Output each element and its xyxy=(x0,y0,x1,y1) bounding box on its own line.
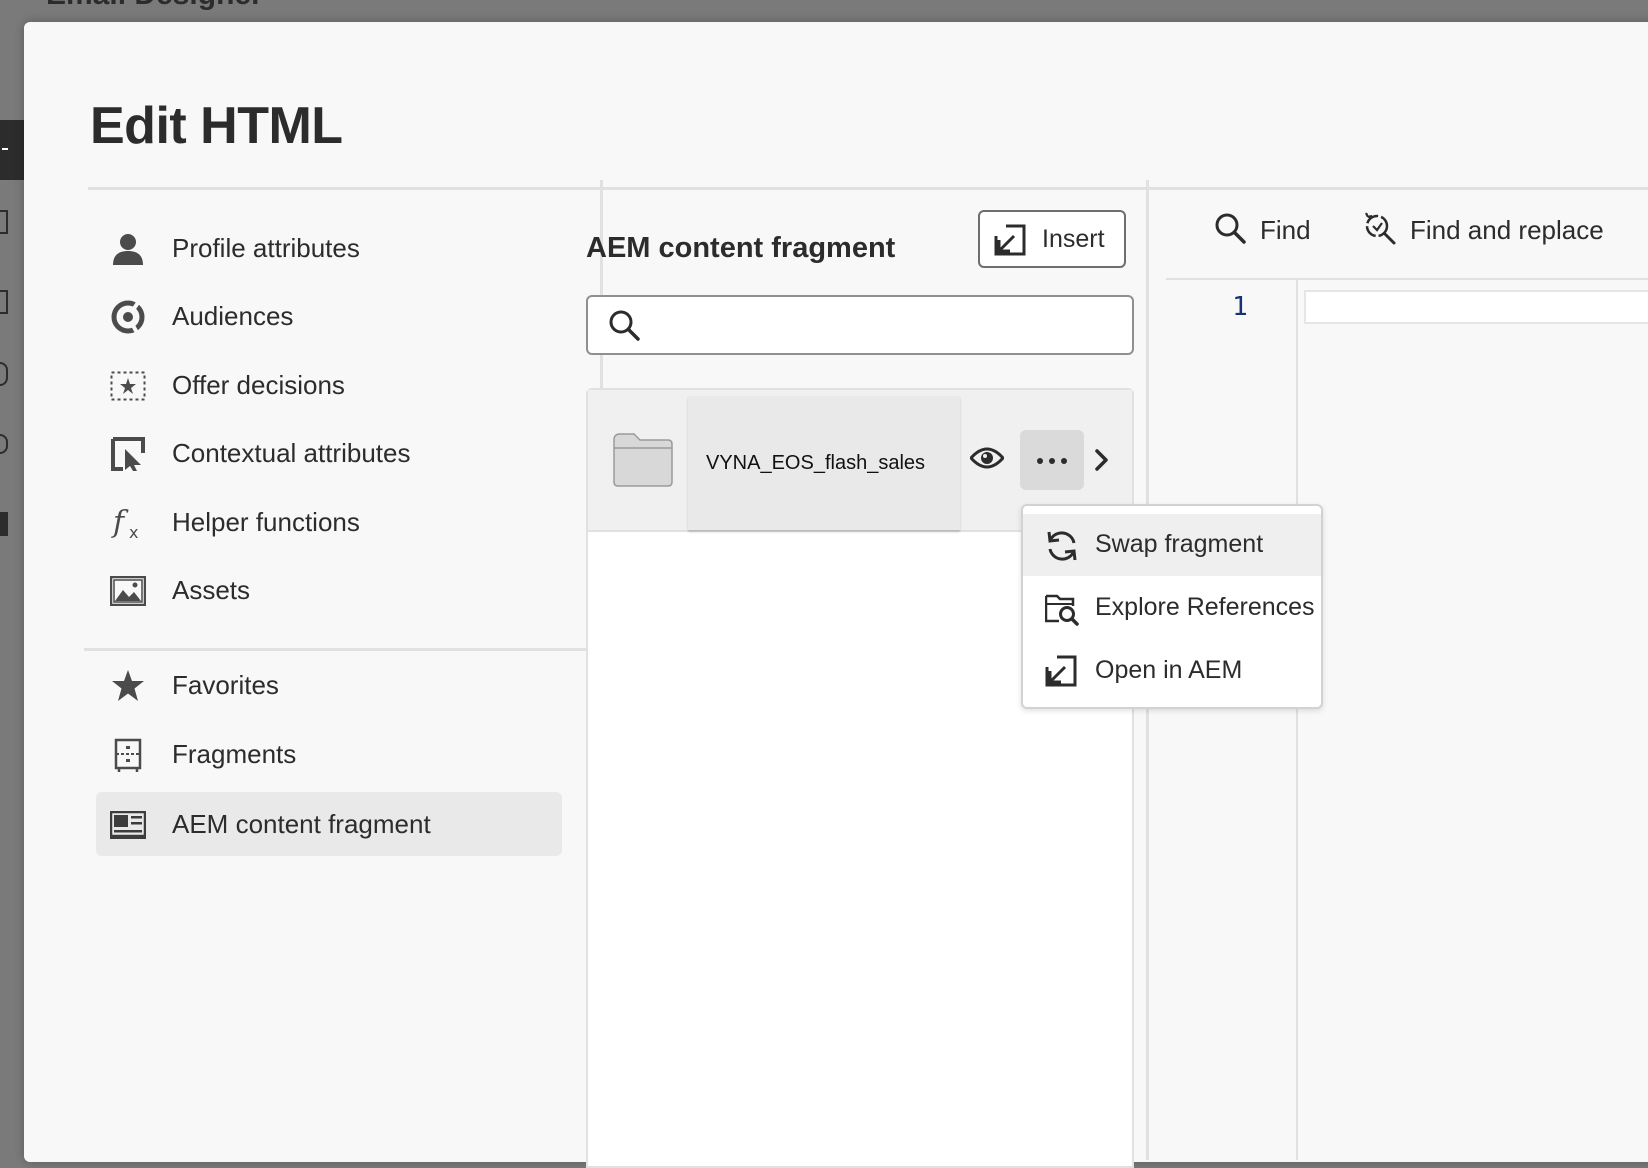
refresh-icon xyxy=(1045,529,1079,568)
folder-icon xyxy=(612,432,674,493)
background-rail-icon xyxy=(0,290,8,314)
fragment-name: VYNA_EOS_flash_sales xyxy=(706,452,926,474)
contextual-icon xyxy=(110,437,146,471)
sidebar-item-offer-decisions[interactable]: Offer decisions xyxy=(96,353,562,417)
sidebar-item-contextual-attributes[interactable]: Contextual attributes xyxy=(96,421,562,485)
preview-eye-icon[interactable] xyxy=(968,446,1006,475)
sidebar-item-label: AEM content fragment xyxy=(172,808,431,839)
background-rail-icon xyxy=(0,210,8,234)
insert-icon xyxy=(994,224,1026,261)
search-icon xyxy=(1214,212,1246,249)
image-icon xyxy=(110,574,146,608)
sidebar-item-aem-content-fragment[interactable]: AEM content fragment xyxy=(96,792,562,856)
find-button-label: Find xyxy=(1260,214,1311,245)
search-icon xyxy=(608,309,640,346)
line-number: 1 xyxy=(1232,292,1248,322)
offer-icon xyxy=(110,369,146,403)
sidebar-item-fragments[interactable]: Fragments xyxy=(96,722,562,786)
menu-item-label: Open in AEM xyxy=(1095,656,1243,684)
content-fragment-icon xyxy=(110,808,146,842)
search-input[interactable] xyxy=(654,305,1118,347)
audience-icon xyxy=(110,300,146,334)
find-and-replace-button[interactable]: Find and replace xyxy=(1362,210,1604,250)
sidebar-item-label: Favorites xyxy=(172,669,279,700)
user-icon xyxy=(110,232,146,266)
menu-item-swap-fragment[interactable]: Swap fragment xyxy=(1023,514,1321,576)
fragment-context-menu: Swap fragment Explore References Open in… xyxy=(1021,504,1323,709)
menu-item-label: Explore References xyxy=(1095,593,1315,621)
folder-search-icon xyxy=(1044,592,1079,631)
sidebar-item-audiences[interactable]: Audiences xyxy=(96,284,562,348)
sidebar-divider xyxy=(84,648,600,651)
sidebar-item-label: Helper functions xyxy=(172,506,360,537)
personalization-sidebar: Profile attributes Audiences Offer decis… xyxy=(84,180,603,1160)
sidebar-item-label: Audiences xyxy=(172,300,294,331)
svg-text:x: x xyxy=(129,523,138,540)
background-rail-selected-item xyxy=(0,120,24,180)
sidebar-item-helper-functions[interactable]: fx Helper functions xyxy=(96,490,562,554)
svg-text:f: f xyxy=(111,506,129,540)
open-external-icon xyxy=(1045,655,1077,692)
sidebar-item-label: Profile attributes xyxy=(172,232,360,263)
background-rail-icon xyxy=(0,512,8,536)
insert-button-label: Insert xyxy=(1042,224,1105,253)
background-left-rail xyxy=(0,100,24,1136)
sidebar-item-label: Contextual attributes xyxy=(172,437,411,468)
editor-toolbar: Find Find and replace xyxy=(1166,180,1648,280)
line-number-gutter: 1 xyxy=(1166,280,1298,1160)
background-app-title: Email Designer xyxy=(46,0,263,12)
sidebar-item-profile-attributes[interactable]: Profile attributes xyxy=(96,216,562,280)
menu-item-label: Swap fragment xyxy=(1095,530,1264,558)
menu-item-open-in-aem[interactable]: Open in AEM xyxy=(1023,640,1321,702)
code-line-input[interactable] xyxy=(1304,290,1648,324)
fragment-search-field[interactable] xyxy=(586,295,1134,355)
more-actions-button[interactable] xyxy=(1020,430,1084,490)
sidebar-item-favorites[interactable]: Favorites xyxy=(96,653,562,717)
menu-item-explore-references[interactable]: Explore References xyxy=(1023,577,1321,639)
insert-button[interactable]: Insert xyxy=(978,210,1126,268)
chevron-right-icon[interactable] xyxy=(1094,448,1110,477)
panel-title: AEM content fragment xyxy=(586,232,896,264)
find-and-replace-label: Find and replace xyxy=(1410,214,1604,245)
function-icon: fx xyxy=(110,506,146,540)
background-rail-icon xyxy=(0,362,8,386)
sidebar-item-label: Offer decisions xyxy=(172,369,345,400)
background-rail-icon xyxy=(0,434,8,454)
fragment-icon xyxy=(110,738,146,772)
fragment-name-cell[interactable]: VYNA_EOS_flash_sales xyxy=(688,396,960,530)
sidebar-item-label: Fragments xyxy=(172,738,297,769)
star-icon xyxy=(110,669,146,703)
sidebar-item-assets[interactable]: Assets xyxy=(96,558,562,622)
find-replace-icon xyxy=(1362,211,1396,250)
modal-title: Edit HTML xyxy=(90,97,343,155)
sidebar-item-label: Assets xyxy=(172,574,251,605)
find-button[interactable]: Find xyxy=(1214,210,1311,250)
